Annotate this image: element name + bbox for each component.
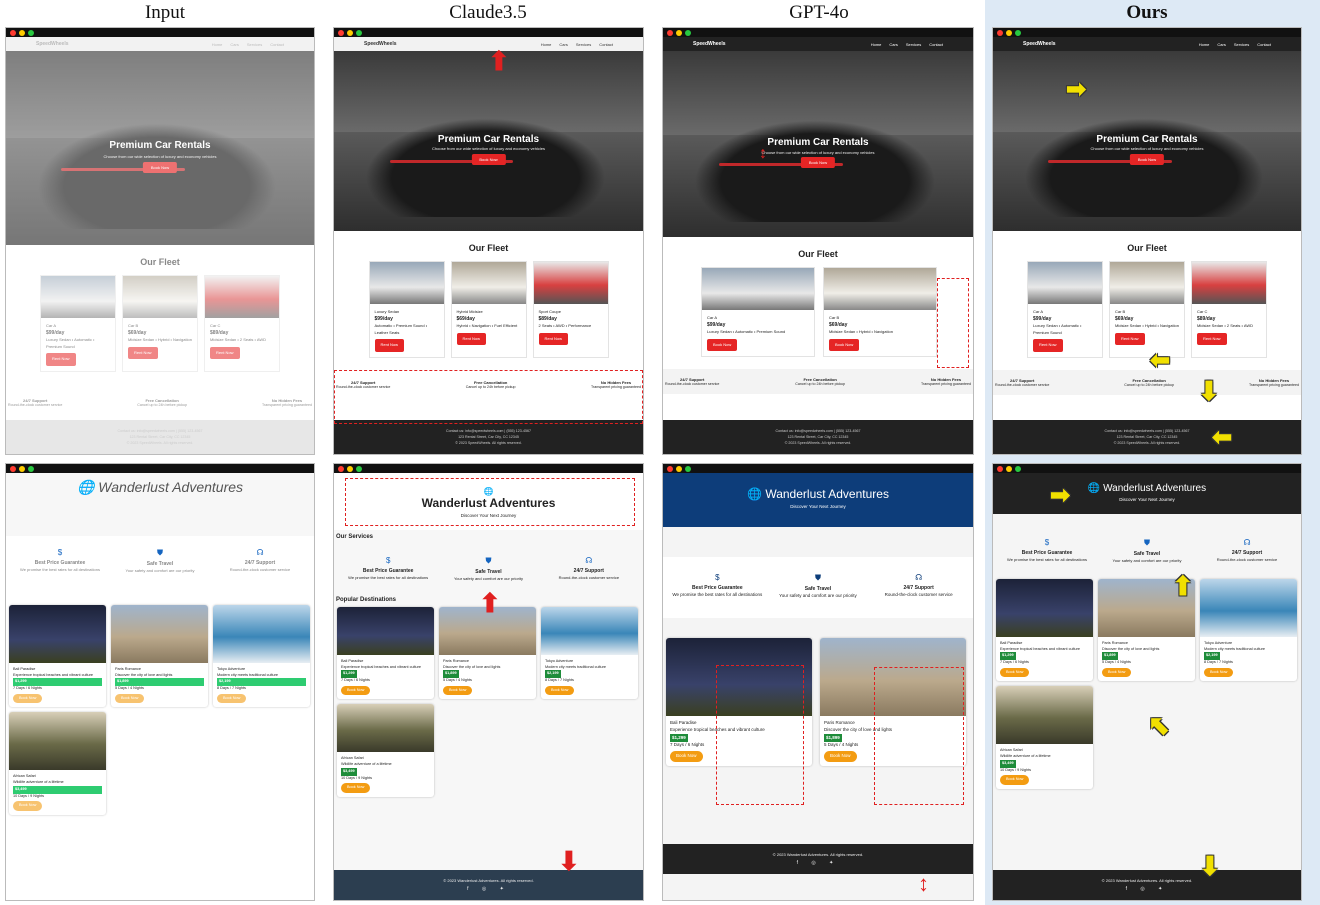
rent-button[interactable]: Rent Now (128, 346, 158, 360)
red-arrow-icon: ↕ (918, 871, 929, 896)
hero: Premium Car Rentals Choose from our wide… (334, 51, 643, 231)
car-card: Car A $99/day Luxury Sedan • Automatic • P… (40, 275, 116, 372)
services: $ Best Price Guarantee We promise the best… (663, 557, 973, 618)
nav-home[interactable]: Home (212, 42, 223, 47)
error-box (716, 665, 804, 805)
footer: Contact us: info@speedwheels.com | (555)… (334, 419, 643, 454)
destination-grid: Bali Paradise Experience tropical beaches… (6, 605, 314, 815)
hero-subtitle: Choose from our wide selection of luxury… (103, 153, 217, 159)
social-icons[interactable]: f ◎ ✦ (334, 886, 643, 892)
yellow-arrow-icon: ⬆ (1172, 571, 1194, 601)
features-strip: 24/7 Support Round-the-clock customer ser… (663, 369, 973, 395)
nav-contact[interactable]: Contact (270, 42, 284, 47)
globe-icon: 🌐 (747, 487, 762, 501)
yellow-arrow-icon: ⬇ (1199, 851, 1221, 881)
site-header: 🌐 Wanderlust Adventures Discover Your Ne… (993, 473, 1301, 514)
services: $ Best Price Guarantee We promise the best… (6, 536, 314, 585)
panel-gpt4o-car: SpeedWheels Home Cars Services Contact Prem… (662, 27, 974, 455)
globe-icon: 🌐 (1087, 483, 1101, 494)
hero-book-button[interactable]: Book Now (142, 161, 178, 173)
footer: © 2023 Wanderlust Adventures. All rights… (993, 870, 1301, 900)
hero: Premium Car Rentals Choose from our wide… (993, 51, 1301, 231)
footer: Contact us: info@speedwheels.com | (555)… (993, 419, 1301, 454)
yellow-arrow-icon: ⬅ (1212, 424, 1233, 451)
brand[interactable]: SpeedWheels (36, 41, 69, 47)
destination-grid: Bali Paradise Experience tropical beaches… (993, 579, 1301, 789)
car-card: Car B $69/day Midsize Sedan • Hybrid • Nav… (122, 275, 198, 372)
footer: Contact us: info@speedwheels.com | (555)… (6, 419, 314, 454)
red-arrow-icon: ⬆ (488, 46, 510, 76)
car-cards: Car A $99/day Luxury Sedan • Automatic • P… (6, 275, 314, 372)
features-strip: 24/7 Support Round-the-clock customer ser… (993, 369, 1301, 395)
headset-icon: ☊ (256, 548, 264, 557)
footer: Contact us: info@speedwheels.com | (555)… (663, 419, 973, 454)
panel-ours-car: SpeedWheels Home Cars Services Contact Prem… (992, 27, 1302, 455)
red-arrow-icon: ⬇ (558, 846, 580, 876)
panel-ours-travel: 🌐 Wanderlust Adventures Discover Your Ne… (992, 463, 1302, 901)
hero-title: Premium Car Rentals (109, 140, 211, 152)
shield-icon: ⛊ (157, 548, 163, 557)
yellow-arrow-icon: ⬅ (1150, 347, 1171, 374)
panel-claude-travel: 🌐 Wanderlust Adventures Discover Your Ne… (333, 463, 644, 901)
hero: Premium Car Rentals Choose from our wide… (6, 51, 314, 245)
services: $ Best Price Guarantee We promise the best… (348, 556, 620, 581)
error-box (874, 667, 964, 805)
nav-bar: SpeedWheels Home Cars Services Contact (6, 37, 314, 51)
site-header: 🌐 Wanderlust Adventures (6, 473, 314, 536)
car-cards: Car A $99/day Luxury Sedan • Automatic • P… (993, 261, 1301, 358)
panel-input-car: SpeedWheels Home Cars Services Contact Prem… (5, 27, 315, 455)
rent-button[interactable]: Rent Now (210, 346, 240, 360)
car-cards: Car A $99/day Luxury Sedan • Automatic • P… (663, 267, 973, 358)
destination-grid: Bali Paradise Experience tropical beaches… (334, 607, 643, 797)
column-header-ours: Ours (1126, 2, 1168, 23)
column-header-claude: Claude3.5 (449, 2, 527, 23)
nav-bar: SpeedWheels Home Cars Services Contact (663, 37, 973, 51)
dollar-icon: $ (57, 548, 63, 557)
features-strip: 24/7 Support Round-the-clock customer ser… (6, 389, 314, 415)
column-header-gpt4o: GPT-4o (789, 2, 849, 23)
globe-icon: 🌐 (76, 479, 95, 495)
column-header-input: Input (144, 2, 186, 23)
nav-cars[interactable]: Cars (230, 42, 238, 47)
red-arrow-icon: ⬆ (479, 588, 501, 618)
window-bar (6, 28, 314, 37)
error-box (345, 478, 635, 526)
car-image (36, 122, 278, 230)
car-cards: Luxury Sedan $99/day Automatic • Premium S… (334, 261, 643, 358)
yellow-arrow-icon: ⬉ (1148, 710, 1170, 740)
fleet-title: Our Fleet (140, 257, 180, 267)
yellow-arrow-icon: ➡ (1050, 482, 1071, 509)
car-card: Car C $89/day Midsize Sedan • 2 Seats • AW… (204, 275, 280, 372)
nav-services[interactable]: Services (247, 42, 262, 47)
services: $ Best Price Guarantee We promise the best… (1007, 538, 1278, 563)
rent-button[interactable]: Rent Now (46, 353, 76, 366)
panel-input-travel: 🌐 Wanderlust Adventures $ Best Price Guar… (5, 463, 315, 901)
red-arrow-icon: ↕ (759, 145, 767, 162)
footer: © 2023 Wanderlust Adventures. All rights… (334, 870, 643, 900)
hero: Premium Car Rentals Choose from our wide… (663, 51, 973, 237)
site-header: 🌐 Wanderlust Adventures Discover Your Ne… (663, 473, 973, 527)
error-box (937, 278, 969, 368)
yellow-arrow-icon: ➡ (1066, 76, 1087, 103)
error-box (334, 370, 643, 424)
nav-bar: SpeedWheels Home Cars Services Contact (993, 37, 1301, 51)
footer: © 2023 Wanderlust Adventures. All rights… (663, 844, 973, 874)
yellow-arrow-icon: ⬇ (1198, 376, 1220, 406)
